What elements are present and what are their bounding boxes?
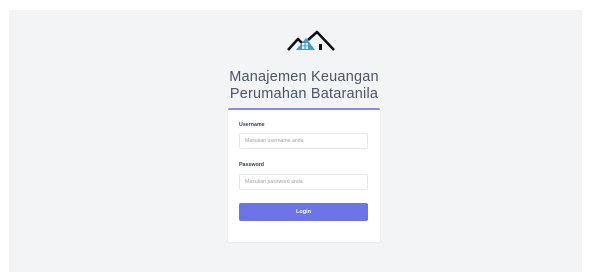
password-input[interactable] (239, 174, 368, 190)
username-input[interactable] (239, 133, 368, 149)
login-button[interactable]: Login (239, 203, 368, 221)
app-title-line1: Manajemen Keuangan (229, 69, 379, 85)
house-roof-logo-icon (287, 30, 335, 51)
app-title-line2: Perumahan Bataranila (229, 86, 379, 102)
password-label: Password (239, 162, 265, 168)
username-label: Username (239, 122, 265, 128)
login-card: Username Password Login (228, 108, 380, 242)
